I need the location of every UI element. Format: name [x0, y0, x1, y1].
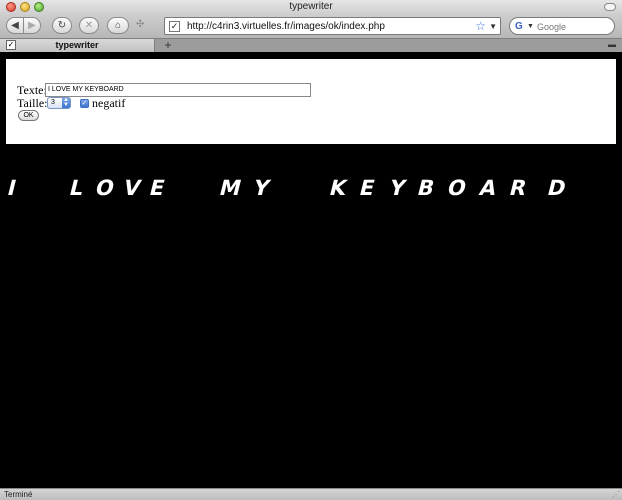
typewriter-glyph: E — [357, 176, 378, 200]
typewriter-glyph: E — [147, 176, 168, 200]
address-bar[interactable]: ✓ http://c4rin3.virtuelles.fr/images/ok/… — [164, 17, 501, 35]
status-bar: Terminé ⋰ — [0, 488, 622, 500]
status-text: Terminé — [4, 490, 33, 499]
typewriter-glyph: A — [477, 176, 500, 200]
taille-select[interactable]: 3 ▲ ▼ — [47, 97, 71, 109]
typewriter-glyph: B — [415, 176, 438, 200]
negatif-label: negatif — [92, 96, 126, 110]
typewriter-glyph: K — [327, 176, 350, 200]
home-icon: ⌂ — [114, 20, 122, 31]
typewriter-glyph: R — [507, 176, 530, 200]
typewriter-glyph: M — [217, 176, 244, 200]
zoom-window-button[interactable] — [34, 2, 44, 12]
url-history-dropdown-icon[interactable]: ▼ — [489, 20, 497, 34]
page-content: Texte: I LOVE MY KEYBOARD Taille: 3 ▲ ▼ ✓… — [0, 53, 622, 488]
home-button[interactable]: ⌂ — [107, 17, 129, 34]
google-engine-icon[interactable]: G — [515, 20, 523, 33]
taille-label: Taille: — [17, 96, 48, 110]
texte-input[interactable]: I LOVE MY KEYBOARD — [45, 83, 311, 97]
close-window-button[interactable] — [6, 2, 16, 12]
window-title: typewriter — [289, 1, 333, 12]
typewriter-glyph: L — [67, 176, 87, 200]
site-favicon-icon: ✓ — [169, 21, 180, 32]
back-button[interactable]: ◀ — [6, 17, 24, 34]
typewriter-glyph: D — [545, 176, 569, 200]
title-bar: typewriter — [0, 0, 622, 14]
tab-label: typewriter — [55, 40, 99, 50]
browser-window: typewriter ◀ ▶ ↻ ✕ ⌂ ✣ ✓ http://c4rin3.v… — [0, 0, 622, 500]
typewriter-output: ILOVEMYKEYBOARD — [5, 176, 608, 200]
forward-arrow-icon: ▶ — [28, 20, 36, 31]
typewriter-glyph: I — [5, 176, 19, 200]
typewriter-glyph: O — [93, 176, 117, 200]
resize-grip-icon[interactable]: ⋰ — [612, 490, 620, 499]
negatif-checkbox[interactable]: ✓ — [80, 99, 89, 108]
navigation-toolbar: ◀ ▶ ↻ ✕ ⌂ ✣ ✓ http://c4rin3.virtuelles.f… — [0, 14, 622, 38]
addon-icon[interactable]: ✣ — [136, 20, 146, 30]
typewriter-glyph: Y — [387, 176, 409, 200]
toolbar-toggle-button[interactable] — [604, 3, 616, 11]
tab-list-icon[interactable]: ▬ — [608, 41, 618, 49]
stop-icon: ✕ — [84, 20, 94, 31]
stop-button[interactable]: ✕ — [79, 17, 99, 34]
typewriter-glyph: O — [445, 176, 469, 200]
ok-button[interactable]: OK — [18, 110, 39, 121]
search-input[interactable] — [537, 20, 611, 33]
new-tab-button[interactable]: + — [160, 39, 176, 52]
search-bar[interactable]: G ▼ — [509, 17, 615, 35]
reload-button[interactable]: ↻ — [52, 17, 72, 34]
url-text[interactable]: http://c4rin3.virtuelles.fr/images/ok/in… — [187, 20, 385, 33]
bookmark-star-icon[interactable]: ☆ — [475, 19, 486, 33]
minimize-window-button[interactable] — [20, 2, 30, 12]
back-arrow-icon: ◀ — [11, 20, 19, 31]
taille-selected-value: 3 — [51, 99, 55, 106]
typewriter-glyph: V — [121, 176, 144, 200]
typewriter-glyph: Y — [251, 176, 273, 200]
tab-strip: ✓ typewriter + ▬ — [0, 38, 622, 52]
select-arrows-icon: ▲ ▼ — [62, 97, 70, 108]
reload-icon: ↻ — [57, 20, 67, 31]
typewriter-form: Texte: I LOVE MY KEYBOARD Taille: 3 ▲ ▼ ✓… — [6, 59, 616, 144]
forward-button[interactable]: ▶ — [23, 17, 41, 34]
engine-dropdown-icon[interactable]: ▼ — [527, 21, 534, 33]
tab-typewriter[interactable]: ✓ typewriter — [0, 39, 155, 52]
